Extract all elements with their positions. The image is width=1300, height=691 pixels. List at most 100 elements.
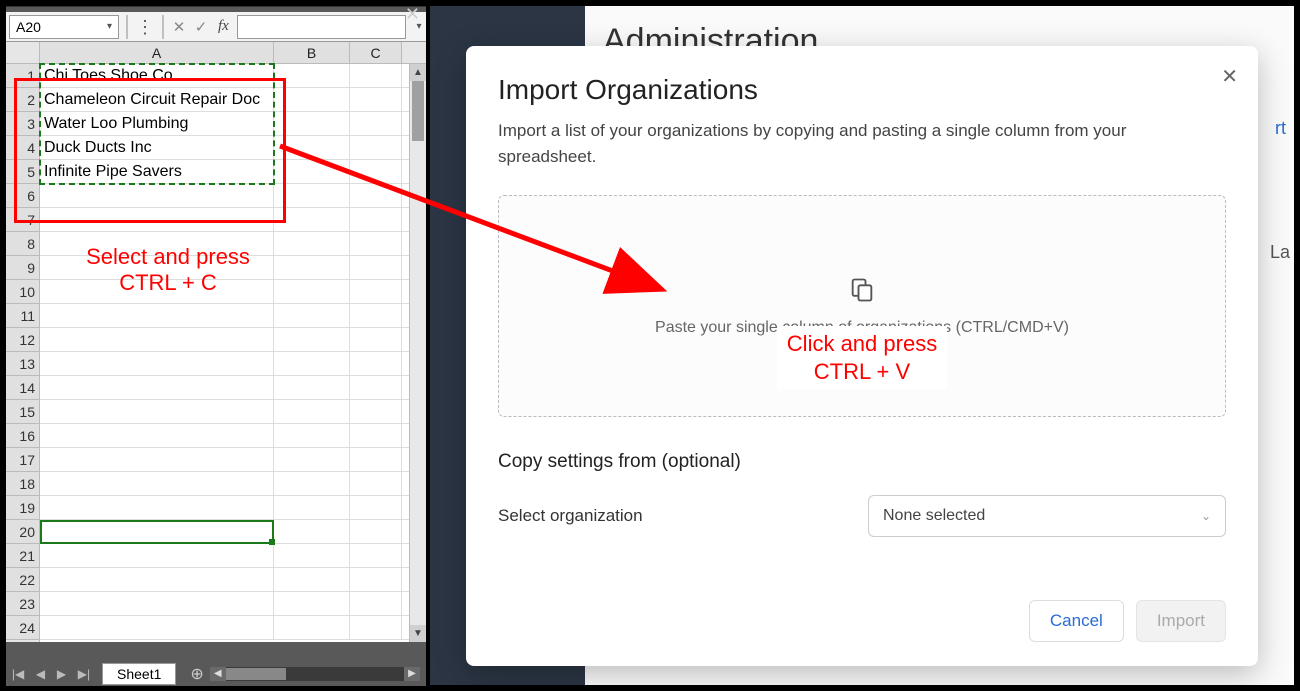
cell[interactable] — [40, 616, 274, 639]
cell[interactable] — [274, 352, 350, 375]
sheet-nav[interactable]: |◀ ◀ ▶ ▶| — [6, 667, 96, 681]
cell[interactable] — [350, 184, 402, 207]
cell[interactable] — [274, 280, 350, 303]
table-row[interactable] — [40, 376, 426, 400]
row-header[interactable]: 21 — [6, 544, 39, 568]
row-header[interactable]: 5 — [6, 160, 39, 184]
cell[interactable] — [350, 112, 402, 135]
cell[interactable] — [40, 496, 274, 519]
import-button[interactable]: Import — [1136, 600, 1226, 642]
cell[interactable] — [350, 400, 402, 423]
cell[interactable] — [40, 592, 274, 615]
row-header[interactable]: 19 — [6, 496, 39, 520]
cell[interactable]: Water Loo Plumbing — [40, 112, 274, 135]
cell[interactable] — [274, 448, 350, 471]
table-row[interactable] — [40, 448, 426, 472]
cell[interactable] — [40, 544, 274, 567]
chevron-down-icon[interactable]: ▾ — [107, 21, 112, 32]
fx-icon[interactable]: fx — [212, 18, 235, 35]
row-header[interactable]: 1 — [6, 64, 39, 88]
horizontal-scrollbar[interactable]: ◀ ▶ — [210, 667, 420, 681]
scroll-left-icon[interactable]: ◀ — [210, 667, 226, 681]
table-row[interactable] — [40, 352, 426, 376]
cell[interactable] — [350, 520, 402, 543]
row-header[interactable]: 24 — [6, 616, 39, 640]
add-sheet-icon[interactable]: ⊕ — [190, 664, 203, 684]
table-row[interactable]: Infinite Pipe Savers — [40, 160, 426, 184]
spreadsheet-grid[interactable]: A B C 1234567891011121314151617181920212… — [6, 42, 426, 642]
cell[interactable] — [40, 520, 274, 543]
more-icon[interactable]: ⋮ — [132, 18, 158, 36]
table-row[interactable] — [40, 328, 426, 352]
cell[interactable] — [274, 472, 350, 495]
row-header[interactable]: 6 — [6, 184, 39, 208]
cell[interactable] — [274, 376, 350, 399]
name-box[interactable]: A20 ▾ — [9, 15, 119, 39]
row-header[interactable]: 18 — [6, 472, 39, 496]
table-row[interactable] — [40, 424, 426, 448]
cell[interactable] — [274, 232, 350, 255]
table-row[interactable] — [40, 544, 426, 568]
cell[interactable] — [40, 328, 274, 351]
formula-input[interactable] — [237, 15, 406, 39]
next-sheet-icon[interactable]: ▶ — [57, 667, 66, 681]
table-row[interactable] — [40, 232, 426, 256]
row-header[interactable]: 9 — [6, 256, 39, 280]
cell[interactable]: Chameleon Circuit Repair Doc — [40, 88, 274, 111]
table-row[interactable]: Chi Toes Shoe Co. — [40, 64, 426, 88]
row-header[interactable]: 15 — [6, 400, 39, 424]
scroll-right-icon[interactable]: ▶ — [404, 667, 420, 681]
cell[interactable] — [40, 184, 274, 207]
cell[interactable] — [274, 136, 350, 159]
cell[interactable] — [350, 64, 402, 87]
cell[interactable] — [350, 328, 402, 351]
cell[interactable] — [274, 160, 350, 183]
table-row[interactable] — [40, 280, 426, 304]
cell[interactable] — [274, 88, 350, 111]
row-header[interactable]: 23 — [6, 592, 39, 616]
table-row[interactable] — [40, 472, 426, 496]
cell[interactable] — [350, 592, 402, 615]
table-row[interactable] — [40, 496, 426, 520]
row-header[interactable]: 17 — [6, 448, 39, 472]
cell[interactable] — [350, 568, 402, 591]
table-row[interactable] — [40, 256, 426, 280]
table-row[interactable] — [40, 616, 426, 640]
table-row[interactable]: Duck Ducts Inc — [40, 136, 426, 160]
cell[interactable] — [350, 496, 402, 519]
cell[interactable] — [274, 616, 350, 639]
hscroll-thumb[interactable] — [226, 668, 286, 680]
last-sheet-icon[interactable]: ▶| — [78, 667, 90, 681]
cancel-button[interactable]: Cancel — [1029, 600, 1124, 642]
cell[interactable] — [274, 544, 350, 567]
cell[interactable] — [350, 88, 402, 111]
row-header[interactable]: 12 — [6, 328, 39, 352]
cell[interactable] — [40, 256, 274, 279]
table-row[interactable] — [40, 304, 426, 328]
cell[interactable] — [274, 328, 350, 351]
scroll-down-icon[interactable]: ▼ — [410, 625, 426, 642]
row-header[interactable]: 13 — [6, 352, 39, 376]
cell[interactable] — [274, 112, 350, 135]
prev-sheet-icon[interactable]: ◀ — [36, 667, 45, 681]
table-row[interactable] — [40, 592, 426, 616]
cell[interactable] — [350, 160, 402, 183]
row-header[interactable]: 14 — [6, 376, 39, 400]
col-header-b[interactable]: B — [274, 42, 350, 63]
cell[interactable] — [40, 352, 274, 375]
table-row[interactable] — [40, 184, 426, 208]
row-header[interactable]: 20 — [6, 520, 39, 544]
cell[interactable] — [350, 472, 402, 495]
row-header[interactable]: 2 — [6, 88, 39, 112]
col-header-a[interactable]: A — [40, 42, 274, 63]
cell[interactable] — [40, 232, 274, 255]
cell[interactable] — [274, 64, 350, 87]
cancel-formula-icon[interactable]: ✕ — [168, 18, 190, 36]
table-row[interactable] — [40, 400, 426, 424]
accept-formula-icon[interactable]: ✓ — [190, 18, 212, 36]
cell[interactable] — [350, 136, 402, 159]
first-sheet-icon[interactable]: |◀ — [12, 667, 24, 681]
table-row[interactable] — [40, 520, 426, 544]
cell[interactable] — [274, 592, 350, 615]
cell[interactable] — [274, 568, 350, 591]
